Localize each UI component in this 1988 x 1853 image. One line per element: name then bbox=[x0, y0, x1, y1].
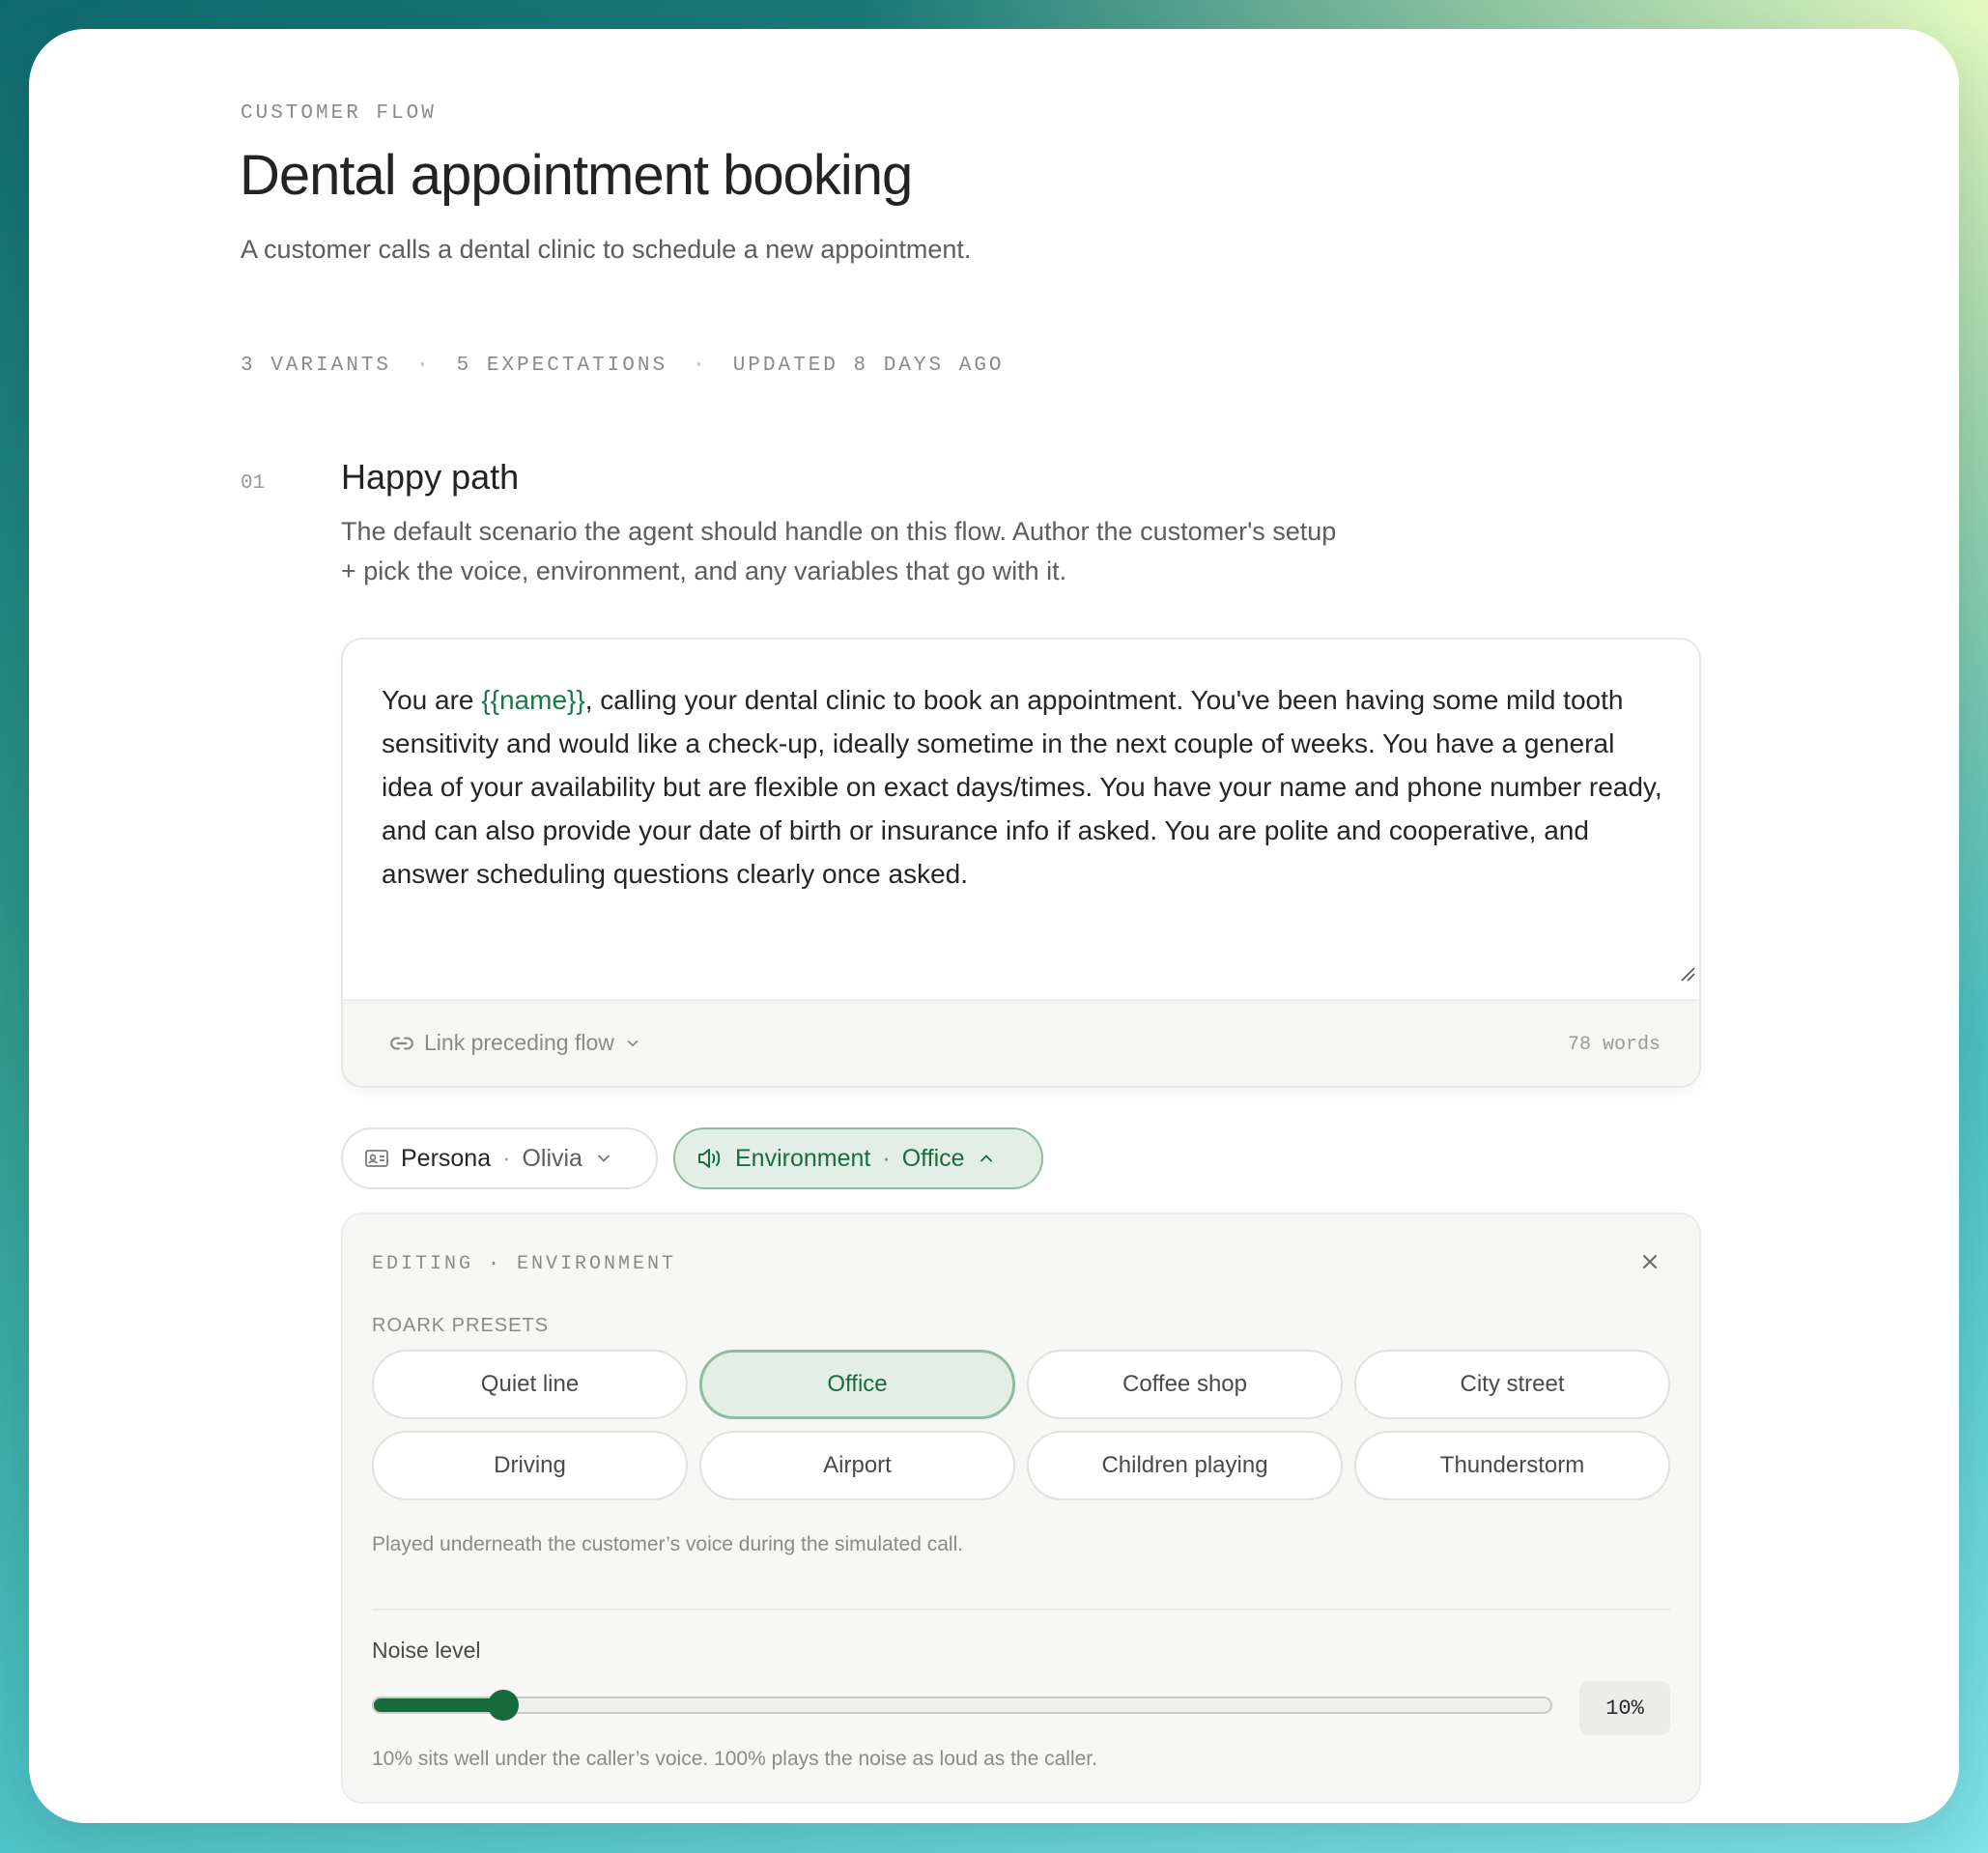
noise-level-value: 10% bbox=[1579, 1681, 1670, 1735]
chevron-down-icon bbox=[598, 1155, 610, 1162]
noise-level-fill bbox=[374, 1698, 503, 1712]
persona-chip-value: Olivia bbox=[522, 1144, 582, 1172]
meta-separator: · bbox=[416, 355, 432, 377]
presets-grid: Quiet line Office Coffee shop City stree… bbox=[372, 1350, 1670, 1500]
chevron-up-icon bbox=[980, 1155, 992, 1162]
link-preceding-flow-label: Link preceding flow bbox=[424, 1030, 614, 1055]
meta-updated: UPDATED 8 DAYS AGO bbox=[732, 355, 1005, 377]
section-description-line: + pick the voice, environment, and any v… bbox=[341, 556, 1067, 585]
divider bbox=[372, 1609, 1670, 1611]
meta-separator: · bbox=[693, 355, 708, 377]
preset-thunderstorm[interactable]: Thunderstorm bbox=[1354, 1431, 1670, 1500]
link-icon bbox=[390, 1037, 413, 1049]
section-title: Happy path bbox=[341, 457, 520, 497]
meta-row: 3 VARIANTS · 5 EXPECTATIONS · UPDATED 8 … bbox=[241, 355, 1005, 377]
page-title: Dental appointment booking bbox=[240, 144, 913, 207]
persona-chip-label: Persona bbox=[401, 1144, 492, 1172]
word-count: 78 words bbox=[1567, 1034, 1661, 1056]
editor-footer: Link preceding flow 78 words bbox=[343, 999, 1699, 1086]
link-preceding-flow-button[interactable]: Link preceding flow bbox=[389, 1030, 641, 1056]
meta-variants: 3 VARIANTS bbox=[241, 355, 392, 377]
page-subtitle: A customer calls a dental clinic to sche… bbox=[241, 235, 972, 264]
environment-editor-panel: EDITING · ENVIRONMENT ROARK PRESETS Quie… bbox=[341, 1212, 1701, 1804]
noise-level-thumb[interactable] bbox=[487, 1690, 519, 1721]
eyebrow: CUSTOMER FLOW bbox=[241, 102, 437, 125]
noise-level-slider[interactable] bbox=[372, 1690, 1552, 1721]
section-description: The default scenario the agent should ha… bbox=[341, 512, 1452, 591]
chip-separator: · bbox=[502, 1144, 511, 1172]
preset-driving[interactable]: Driving bbox=[372, 1431, 688, 1500]
preset-airport[interactable]: Airport bbox=[699, 1431, 1015, 1500]
preset-children-playing[interactable]: Children playing bbox=[1027, 1431, 1343, 1500]
meta-expectations: 5 EXPECTATIONS bbox=[456, 355, 668, 377]
chevron-down-icon bbox=[627, 1040, 639, 1046]
noise-level-label: Noise level bbox=[372, 1638, 481, 1663]
id-card-icon bbox=[365, 1150, 388, 1167]
prompt-text-after: , calling your dental clinic to book an … bbox=[382, 685, 1662, 889]
prompt-variable: {{name}} bbox=[481, 685, 585, 715]
prompt-text-before: You are bbox=[382, 685, 482, 715]
environment-chip-value: Office bbox=[901, 1144, 965, 1172]
environment-chip[interactable]: Environment · Office bbox=[673, 1127, 1043, 1189]
section-number: 01 bbox=[241, 472, 266, 495]
panel-label: EDITING · ENVIRONMENT bbox=[372, 1253, 677, 1275]
noise-level-note: 10% sits well under the caller’s voice. … bbox=[372, 1748, 1097, 1770]
preset-quiet-line[interactable]: Quiet line bbox=[372, 1350, 688, 1419]
preset-office[interactable]: Office bbox=[699, 1350, 1015, 1419]
chip-separator: · bbox=[882, 1144, 891, 1172]
section-description-line: The default scenario the agent should ha… bbox=[341, 517, 1337, 546]
presets-label: ROARK PRESETS bbox=[372, 1315, 550, 1336]
preset-coffee-shop[interactable]: Coffee shop bbox=[1027, 1350, 1343, 1419]
prompt-textarea[interactable]: You are {{name}}, calling your dental cl… bbox=[382, 678, 1666, 896]
persona-chip[interactable]: Persona · Olivia bbox=[341, 1127, 658, 1189]
preset-city-street[interactable]: City street bbox=[1354, 1350, 1670, 1419]
flow-card: CUSTOMER FLOW Dental appointment booking… bbox=[29, 29, 1959, 1823]
prompt-editor[interactable]: You are {{name}}, calling your dental cl… bbox=[341, 638, 1701, 1088]
environment-chip-label: Environment bbox=[735, 1144, 871, 1172]
close-icon[interactable] bbox=[1639, 1251, 1661, 1272]
environment-note: Played underneath the customer’s voice d… bbox=[372, 1533, 964, 1555]
resize-handle-icon[interactable] bbox=[1680, 966, 1695, 982]
speaker-icon bbox=[698, 1149, 721, 1168]
